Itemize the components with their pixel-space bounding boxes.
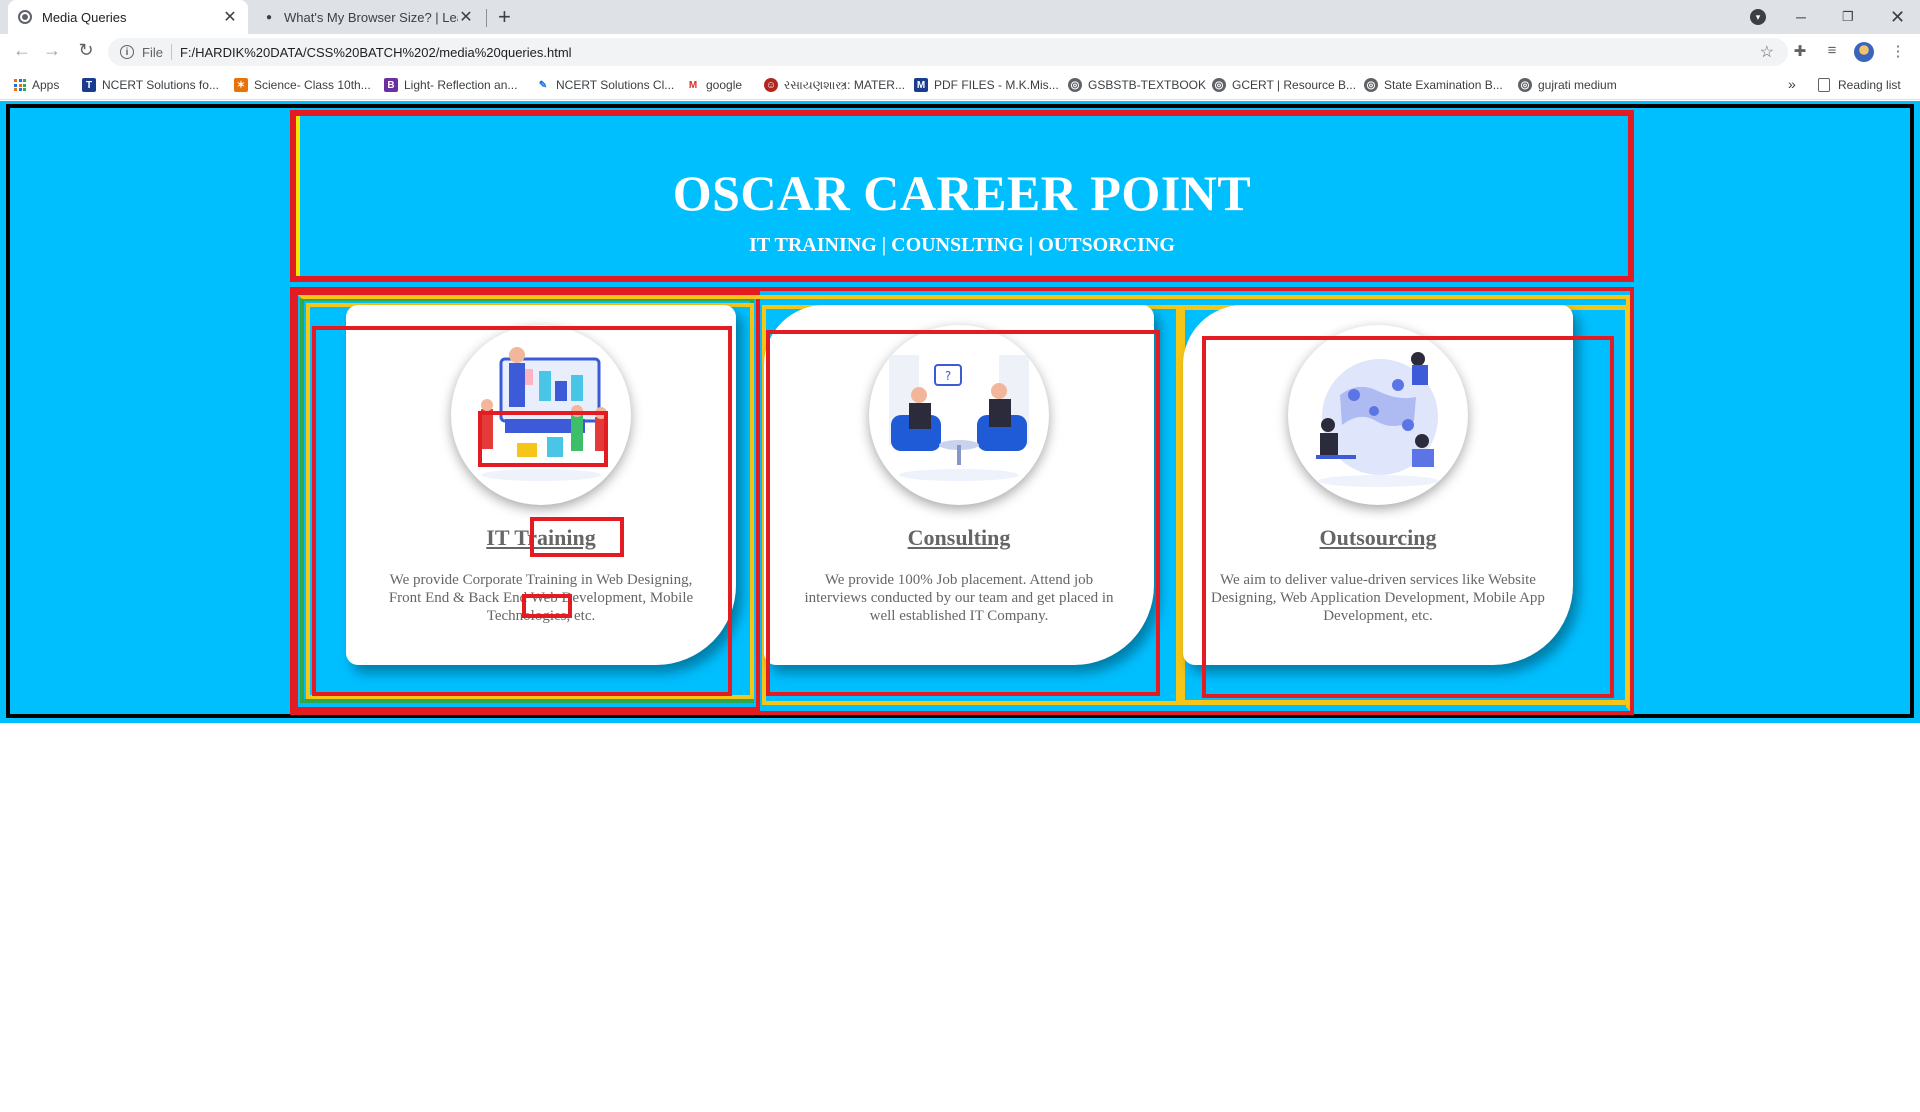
page-favicon-icon xyxy=(18,10,32,24)
card-title: Consulting xyxy=(907,525,1011,550)
globe-icon: ◎ xyxy=(1518,78,1532,92)
minimize-button[interactable]: ─ xyxy=(1796,0,1824,34)
bookmark-ncert-solutions-cl[interactable]: ✎ NCERT Solutions Cl... xyxy=(536,70,674,100)
person-icon: ☺ xyxy=(764,78,778,92)
site-title: OSCAR CAREER POINT xyxy=(672,165,1252,221)
extensions-icon[interactable]: ✚ xyxy=(1790,42,1810,60)
back-button[interactable]: ← xyxy=(10,40,34,61)
outsourcing-illustration-icon xyxy=(1316,352,1438,487)
chevron-down-icon: ▾ xyxy=(1750,9,1766,25)
address-bar[interactable]: i File F:/HARDIK%20DATA/CSS%20BATCH%202/… xyxy=(108,38,1788,66)
reading-list-button[interactable]: Reading list xyxy=(1818,70,1901,100)
tab-dot-icon: ● xyxy=(265,11,273,23)
outsourcing-illustration xyxy=(1288,325,1468,505)
tab-title: Media Queries xyxy=(42,9,127,25)
bookmark-label: રસાયણશાસ્ત્ર: MATER... xyxy=(784,77,905,92)
bookmark-label: NCERT Solutions Cl... xyxy=(556,78,675,92)
bookmark-label: GCERT | Resource B... xyxy=(1232,78,1357,92)
bookmark-state-exam[interactable]: ◎ State Examination B... xyxy=(1364,70,1503,100)
bookmark-label: Science- Class 10th... xyxy=(254,78,371,92)
new-tab-button[interactable]: + xyxy=(498,4,511,30)
bookmark-pdf-files[interactable]: M PDF FILES - M.K.Mis... xyxy=(914,70,1059,100)
tab-title: What's My Browser Size? | Learn xyxy=(284,9,458,25)
globe-icon: ◎ xyxy=(1212,78,1226,92)
tab-separator xyxy=(486,9,487,27)
bookmark-label: State Examination B... xyxy=(1384,78,1503,92)
gmail-icon: M xyxy=(686,78,700,92)
bookmark-gcert[interactable]: ◎ GCERT | Resource B... xyxy=(1212,70,1356,100)
bookmark-label: google xyxy=(706,78,743,92)
pen-icon: ✎ xyxy=(536,78,550,92)
bookmark-label: GSBSTB-TEXTBOOK xyxy=(1088,78,1207,92)
file-label: File xyxy=(142,44,163,60)
globe-icon: ◎ xyxy=(1364,78,1378,92)
b-icon: B xyxy=(384,78,398,92)
svg-text:?: ? xyxy=(945,369,951,383)
training-illustration xyxy=(451,325,631,505)
fox-icon: ✶ xyxy=(234,78,248,92)
card-description: We aim to deliver value-driven services … xyxy=(1211,572,1545,624)
card-title: IT Training xyxy=(486,525,596,550)
bookmark-gsbstb[interactable]: ◎ GSBSTB-TEXTBOOK xyxy=(1068,70,1206,100)
bookmark-gujrati-medium[interactable]: ◎ gujrati medium xyxy=(1518,70,1617,100)
bookmark-label: NCERT Solutions fo... xyxy=(102,78,219,92)
bookmark-google[interactable]: M google xyxy=(686,70,742,100)
site-header: OSCAR CAREER POINT IT TRAINING | COUNSLT… xyxy=(290,110,1634,282)
tab-media-queries[interactable]: Media Queries ✕ xyxy=(8,0,248,34)
tab-strip: Media Queries ✕ ● What's My Browser Size… xyxy=(0,0,1920,34)
service-card-outsourcing: Outsourcing We aim to deliver value-driv… xyxy=(1183,305,1573,665)
ncert-icon: T xyxy=(82,78,96,92)
address-separator xyxy=(170,44,172,60)
browser-toolbar: ← → ↻ i File F:/HARDIK%20DATA/CSS%20BATC… xyxy=(0,34,1920,70)
bookmarks-bar: Apps T NCERT Solutions fo... ✶ Science- … xyxy=(0,70,1920,100)
consulting-illustration: ? xyxy=(869,325,1049,505)
reload-button[interactable]: ↻ xyxy=(74,40,98,61)
card-description: We provide Corporate Training in Web Des… xyxy=(388,572,694,624)
tab-search-button[interactable]: ▾ xyxy=(1750,0,1774,34)
kebab-menu-icon[interactable]: ⋮ xyxy=(1888,42,1908,60)
card-title: Outsourcing xyxy=(1319,525,1437,550)
card-description: We provide 100% Job placement. Attend jo… xyxy=(804,572,1114,624)
bookmark-science-class[interactable]: ✶ Science- Class 10th... xyxy=(234,70,371,100)
bookmark-label: PDF FILES - M.K.Mis... xyxy=(934,78,1059,92)
tab-browser-size[interactable]: ● What's My Browser Size? | Learn ✕ xyxy=(252,0,484,34)
restore-button[interactable]: ❐ xyxy=(1842,0,1870,34)
close-tab-icon[interactable]: ✕ xyxy=(222,7,238,27)
url-text[interactable]: F:/HARDIK%20DATA/CSS%20BATCH%202/media%2… xyxy=(180,45,572,60)
info-icon[interactable]: i xyxy=(120,45,134,59)
globe-icon: ◎ xyxy=(1068,78,1082,92)
media-control-icon[interactable]: ≡ xyxy=(1822,42,1842,59)
bookmark-label: Light- Reflection an... xyxy=(404,78,518,92)
apps-grid-icon xyxy=(14,79,26,91)
mk-icon: M xyxy=(914,78,928,92)
page-viewport: OSCAR CAREER POINT IT TRAINING | COUNSLT… xyxy=(0,101,1920,1112)
close-tab-icon[interactable]: ✕ xyxy=(458,7,474,27)
reading-list-label: Reading list xyxy=(1838,78,1901,92)
bookmark-apps[interactable]: Apps xyxy=(14,70,59,100)
reading-list-icon xyxy=(1818,78,1830,92)
bookmark-rasayan[interactable]: ☺ રસાયણશાસ્ત્ર: MATER... xyxy=(764,70,905,100)
consulting-illustration-icon: ? xyxy=(889,355,1029,481)
training-illustration-icon xyxy=(481,347,607,481)
service-card-consulting: ? Consulting We provide 100% Job placeme… xyxy=(764,305,1154,665)
bookmark-light-reflection[interactable]: B Light- Reflection an... xyxy=(384,70,517,100)
bookmark-label: gujrati medium xyxy=(1538,78,1617,92)
close-window-button[interactable]: ✕ xyxy=(1890,0,1914,34)
bookmark-ncert-solutions[interactable]: T NCERT Solutions fo... xyxy=(82,70,219,100)
bookmark-label: Apps xyxy=(32,78,60,92)
bookmarks-overflow-button[interactable]: » xyxy=(1788,76,1796,92)
page-background: OSCAR CAREER POINT IT TRAINING | COUNSLT… xyxy=(0,101,1920,723)
forward-button[interactable]: → xyxy=(40,40,64,61)
profile-avatar[interactable] xyxy=(1854,42,1874,62)
service-card-it-training: IT Training We provide Corporate Trainin… xyxy=(346,305,736,665)
site-subtitle: IT TRAINING | COUNSLTING | OUTSORCING xyxy=(749,234,1175,256)
bookmark-star-icon[interactable]: ☆ xyxy=(1760,42,1774,62)
